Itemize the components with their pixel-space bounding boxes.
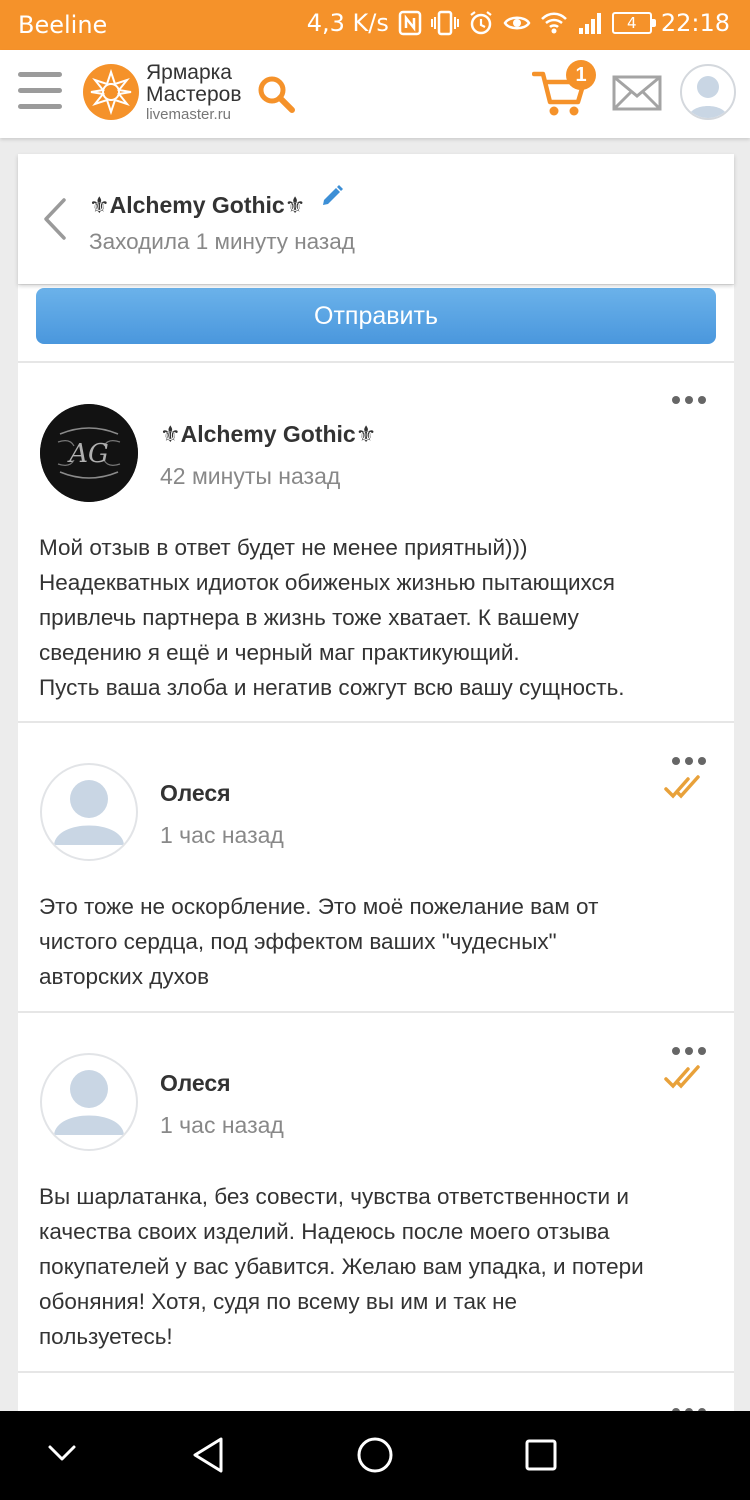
message-line: Это тоже не оскорбление. Это моё пожелан…: [39, 894, 599, 919]
divider: [18, 361, 734, 363]
status-icons: 4,3 K/s 4 22:18: [307, 9, 730, 37]
message-line: обоняния! Хотя, судя по всему вы им и та…: [39, 1289, 518, 1314]
user-icon: [688, 76, 728, 118]
send-button[interactable]: Отправить: [36, 288, 716, 344]
home-nav-icon[interactable]: [355, 1435, 395, 1475]
cart-count-badge: 1: [566, 60, 596, 90]
carrier-name: Beeline: [18, 11, 108, 39]
eye-icon: [503, 16, 531, 30]
menu-icon[interactable]: [18, 72, 62, 112]
search-icon[interactable]: [256, 74, 296, 114]
message-line: авторских духов: [39, 964, 210, 989]
logo-text[interactable]: Ярмарка Мастеров livemaster.ru: [146, 62, 241, 124]
message-line: качества своих изделий. Надеюсь после мо…: [39, 1219, 610, 1244]
vibrate-icon: [430, 10, 459, 36]
message-item: AG ⚜Alchemy Gothic⚜ 42 минуты назад Мой …: [18, 364, 734, 721]
message-text: Вы шарлатанка, без совести, чувства отве…: [39, 1179, 719, 1354]
system-nav-bar: [0, 1411, 750, 1500]
message-line: привлечь партнера в жизнь тоже хватает. …: [39, 605, 579, 630]
message-line: пользуетесь!: [39, 1324, 173, 1349]
chat-title[interactable]: ⚜Alchemy Gothic⚜: [89, 192, 305, 219]
avatar[interactable]: AG: [40, 404, 138, 502]
avatar-monogram: AG: [67, 439, 109, 469]
message-item: Олеся 1 час назад Это тоже не оскорблени…: [18, 723, 734, 1011]
chat-header: ⚜Alchemy Gothic⚜ Заходила 1 минуту назад: [18, 154, 734, 284]
message-text: Мой отзыв в ответ будет не менее приятны…: [39, 530, 719, 705]
logo-line-1: Ярмарка: [146, 61, 232, 84]
clock: 22:18: [660, 9, 730, 37]
read-check-icon: [664, 1065, 700, 1089]
message-line: Пусть ваша злоба и негатив сожгут всю ва…: [39, 675, 625, 700]
message-time: 42 минуты назад: [160, 463, 341, 489]
message-line: Неадекватных идиоток обиженых жизнью пыт…: [39, 570, 615, 595]
edit-pencil-icon[interactable]: [320, 184, 344, 208]
divider: [18, 1371, 734, 1373]
app-header: Ярмарка Мастеров livemaster.ru 1: [0, 50, 750, 138]
message-text: Это тоже не оскорбление. Это моё пожелан…: [39, 889, 719, 994]
read-check-icon: [664, 775, 700, 799]
message-line: сведению я ещё и черный маг практикующий…: [39, 640, 520, 665]
message-line: покупателей у вас убавится. Желаю вам уп…: [39, 1254, 644, 1279]
message-time: 1 час назад: [160, 1112, 284, 1138]
user-icon: [54, 1070, 124, 1135]
signal-icon: [578, 13, 601, 34]
message-author[interactable]: ⚜Alchemy Gothic⚜: [160, 421, 376, 448]
logo-line-2: Мастеров: [146, 83, 242, 106]
message-author[interactable]: Олеся: [160, 780, 231, 807]
logo-domain: livemaster.ru: [146, 106, 232, 123]
hide-keyboard-icon[interactable]: [46, 1441, 78, 1465]
avatar[interactable]: [40, 763, 138, 861]
recents-nav-icon[interactable]: [524, 1438, 558, 1472]
wifi-icon: [540, 12, 567, 34]
nfc-icon: [398, 10, 422, 36]
message-line: Мой отзыв в ответ будет не менее приятны…: [39, 535, 528, 560]
alarm-icon: [470, 11, 492, 35]
back-arrow-icon[interactable]: [40, 196, 70, 242]
network-speed: 4,3 K/s: [306, 9, 389, 37]
message-line: Вы шарлатанка, без совести, чувства отве…: [39, 1184, 629, 1209]
mail-icon[interactable]: [612, 75, 662, 111]
logo-icon[interactable]: [82, 63, 140, 121]
message-list: Отправить AG ⚜Alchemy Gothic⚜ 42 минуты …: [18, 285, 734, 1416]
message-author[interactable]: Олеся: [160, 1070, 231, 1097]
profile-avatar[interactable]: [680, 64, 736, 120]
message-time: 1 час назад: [160, 822, 284, 848]
back-nav-icon[interactable]: [190, 1435, 226, 1475]
last-seen-status: Заходила 1 минуту назад: [89, 229, 355, 254]
more-options-icon[interactable]: [672, 1042, 712, 1055]
more-options-icon[interactable]: [672, 391, 712, 404]
more-options-icon[interactable]: [672, 752, 712, 765]
message-item: Олеся 1 час назад Вы шарлатанка, без сов…: [18, 1013, 734, 1371]
user-icon: [54, 780, 124, 845]
alchemy-gothic-logo-icon: AG: [40, 404, 138, 502]
message-line: чистого сердца, под эффектом ваших "чуде…: [39, 929, 557, 954]
avatar[interactable]: [40, 1053, 138, 1151]
battery-icon: 4: [611, 12, 656, 34]
status-bar: Beeline 4,3 K/s 4 22:18: [0, 0, 750, 50]
